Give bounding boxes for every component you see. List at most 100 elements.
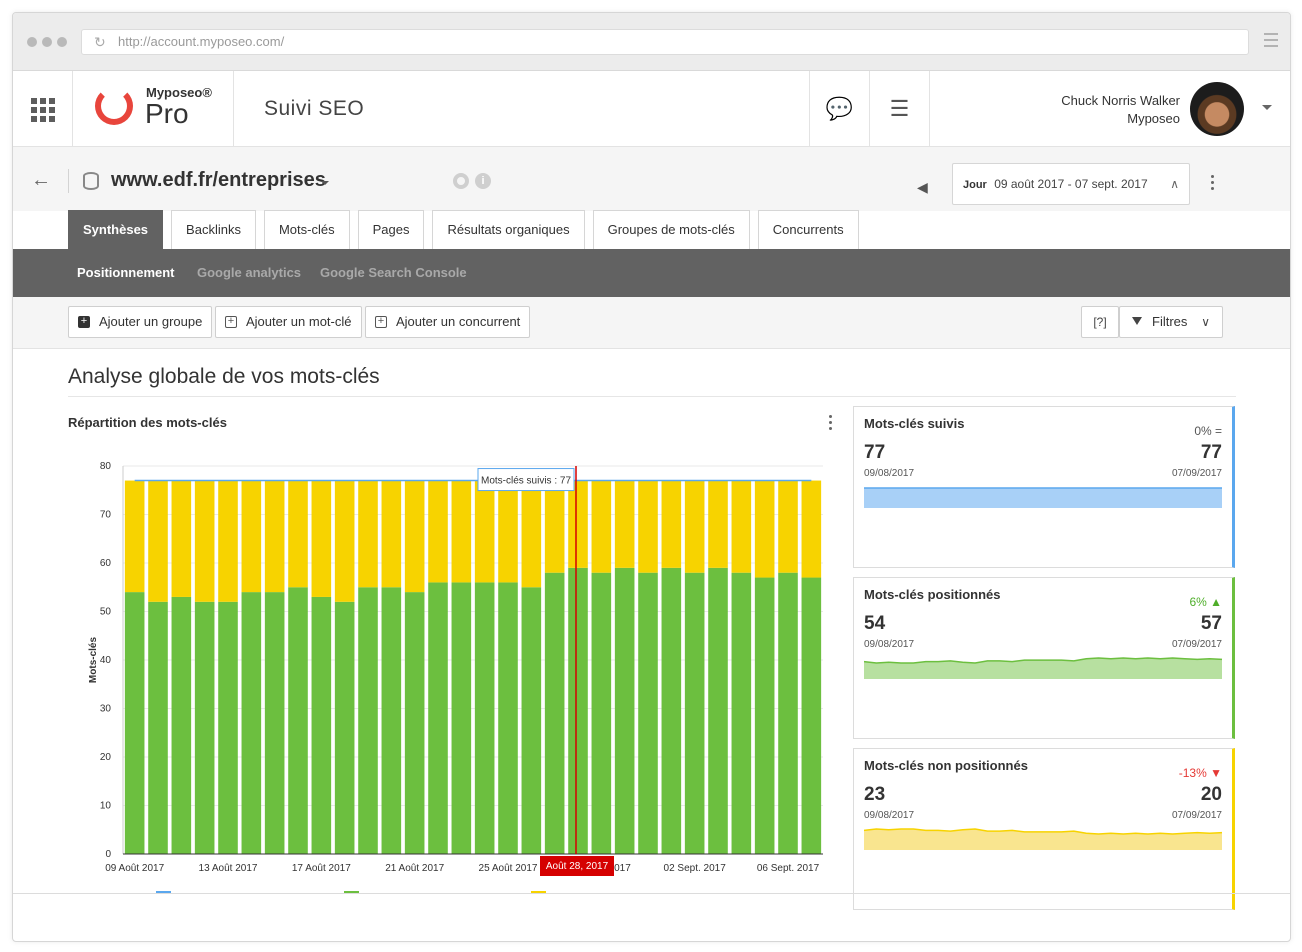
card-title: Mots-clés positionnés xyxy=(864,587,1001,602)
tab-concurrents[interactable]: Concurrents xyxy=(757,210,859,250)
tab-mots-cles[interactable]: Mots-clés xyxy=(263,210,350,250)
logo[interactable]: Myposeo® Pro xyxy=(73,71,234,146)
bar-positionnes xyxy=(171,596,192,854)
reload-icon[interactable]: ↻ xyxy=(94,30,106,54)
card-positionnes[interactable]: Mots-clés positionnés 6% ▲ 54 57 09/08/2… xyxy=(853,577,1235,739)
tab-backlinks[interactable]: Backlinks xyxy=(171,210,256,250)
bar-non-presents xyxy=(731,480,752,573)
tab-resultats-organiques[interactable]: Résultats organiques xyxy=(432,210,585,250)
window-controls[interactable] xyxy=(27,37,67,47)
address-bar-url: http://account.myposeo.com/ xyxy=(118,34,285,49)
add-keyword-button[interactable]: + Ajouter un mot-clé xyxy=(215,306,362,338)
bar-non-presents xyxy=(241,480,262,593)
apps-grid-button[interactable] xyxy=(13,71,73,147)
bar-positionnes xyxy=(544,572,565,854)
bar-positionnes xyxy=(148,601,168,854)
subnav-google-analytics[interactable]: Google analytics xyxy=(197,265,301,280)
bar-positionnes xyxy=(731,572,752,854)
back-arrow-icon[interactable]: ← xyxy=(31,169,51,192)
browser-menu-icon[interactable] xyxy=(1264,33,1278,51)
bar-positionnes xyxy=(124,592,145,854)
x-tick-label: 13 Août 2017 xyxy=(199,863,258,874)
logo-mark-icon xyxy=(95,87,133,125)
y-tick-label: 60 xyxy=(100,558,112,569)
bar-non-presents xyxy=(801,480,822,578)
divider xyxy=(13,893,1290,894)
bar-positionnes xyxy=(591,572,612,854)
card-end-date: 07/09/2017 xyxy=(1171,810,1222,821)
sub-navigation: Positionnement Google analytics Google S… xyxy=(13,249,1290,297)
window-dot[interactable] xyxy=(27,37,37,47)
x-tick-label: 25 Août 2017 xyxy=(479,863,538,874)
user-organization: Myposeo xyxy=(1127,111,1180,126)
bar-non-presents xyxy=(638,480,658,573)
tab-pages[interactable]: Pages xyxy=(357,210,425,250)
bar-positionnes xyxy=(708,567,728,854)
tab-syntheses[interactable]: Synthèses xyxy=(68,210,164,250)
app-header: Myposeo® Pro Suivi SEO 💬 ☰ Chuck Norris … xyxy=(13,71,1290,147)
more-options-icon[interactable] xyxy=(1211,175,1214,193)
user-menu[interactable]: Chuck Norris Walker Myposeo xyxy=(929,71,1290,146)
bar-non-presents xyxy=(404,480,425,593)
page-title: Suivi SEO xyxy=(264,97,365,120)
chat-button[interactable]: 💬 xyxy=(809,71,869,146)
chart-title: Répartition des mots-clés xyxy=(68,415,227,430)
bar-non-presents xyxy=(708,480,728,568)
caret-down-icon[interactable] xyxy=(321,181,329,185)
plus-square-icon: + xyxy=(78,316,90,328)
bar-positionnes xyxy=(241,592,262,854)
database-icon xyxy=(83,172,99,190)
stacked-bar-chart[interactable]: 0 10 20 30 40 50 60 70 80 Mots-clés 09 Août 2017 13… xyxy=(68,441,838,893)
bar-positionnes xyxy=(451,582,472,854)
x-tick-label: 21 Août 2017 xyxy=(385,863,444,874)
tab-groupes-mots-cles[interactable]: Groupes de mots-clés xyxy=(592,210,750,250)
add-competitor-label: Ajouter un concurrent xyxy=(396,314,521,329)
apps-grid-icon xyxy=(31,98,55,122)
subnav-positionnement[interactable]: Positionnement xyxy=(77,265,175,280)
bar-non-presents xyxy=(334,480,355,602)
bar-positionnes xyxy=(264,592,285,854)
add-keyword-label: Ajouter un mot-clé xyxy=(246,314,352,329)
card-trend: 0% = xyxy=(1194,424,1222,438)
bar-non-presents xyxy=(451,480,472,583)
add-competitor-button[interactable]: + Ajouter un concurrent xyxy=(365,306,531,338)
section-title: Analyse globale de vos mots-clés xyxy=(68,365,380,388)
bar-positionnes xyxy=(638,572,658,854)
bar-non-presents xyxy=(311,480,332,597)
settings-sliders-button[interactable]: ☰ xyxy=(869,71,929,146)
card-end-date: 07/09/2017 xyxy=(1171,468,1222,479)
card-suivis[interactable]: Mots-clés suivis 0% = 77 77 09/08/2017 0… xyxy=(853,406,1235,568)
period-label: Jour xyxy=(963,179,987,191)
bar-non-presents xyxy=(521,480,542,588)
bar-positionnes xyxy=(404,592,425,854)
card-end-value: 20 xyxy=(1200,784,1222,805)
add-group-button[interactable]: + Ajouter un groupe xyxy=(68,306,213,338)
site-bar: ← www.edf.fr/entreprises i ◀ Jour 09 aoû… xyxy=(13,147,1290,211)
bar-positionnes xyxy=(311,596,332,854)
address-bar[interactable]: ↻ http://account.myposeo.com/ xyxy=(81,29,1249,55)
help-button[interactable]: [?] xyxy=(1081,306,1119,338)
bar-non-presents xyxy=(498,480,518,583)
tab-bar: Synthèses Backlinks Mots-clés Pages Résu… xyxy=(68,210,859,250)
site-selector[interactable]: www.edf.fr/entreprises xyxy=(111,169,326,192)
x-tick-label: 09 Août 2017 xyxy=(105,863,164,874)
filters-button[interactable]: Filtres ∨ xyxy=(1119,306,1223,338)
megaphone-icon[interactable]: ◀ xyxy=(917,179,928,196)
chevron-down-icon[interactable] xyxy=(1262,105,1272,110)
bar-positionnes xyxy=(568,567,588,854)
funnel-icon xyxy=(1132,317,1142,325)
bar-non-presents xyxy=(264,480,285,593)
card-end-value: 57 xyxy=(1200,613,1222,634)
bar-positionnes xyxy=(288,587,308,854)
window-dot[interactable] xyxy=(57,37,67,47)
avatar[interactable] xyxy=(1190,82,1244,136)
bar-positionnes xyxy=(661,567,682,854)
chart-menu-icon[interactable] xyxy=(829,415,832,433)
date-range-picker[interactable]: Jour 09 août 2017 - 07 sept. 2017 ∧ xyxy=(952,163,1190,205)
card-non-positionnes[interactable]: Mots-clés non positionnés -13% ▼ 23 20 0… xyxy=(853,748,1235,910)
subnav-google-search-console[interactable]: Google Search Console xyxy=(320,265,467,280)
window-dot[interactable] xyxy=(42,37,52,47)
y-tick-label: 70 xyxy=(100,510,112,521)
gear-icon[interactable] xyxy=(453,173,469,189)
info-icon[interactable]: i xyxy=(475,173,491,189)
